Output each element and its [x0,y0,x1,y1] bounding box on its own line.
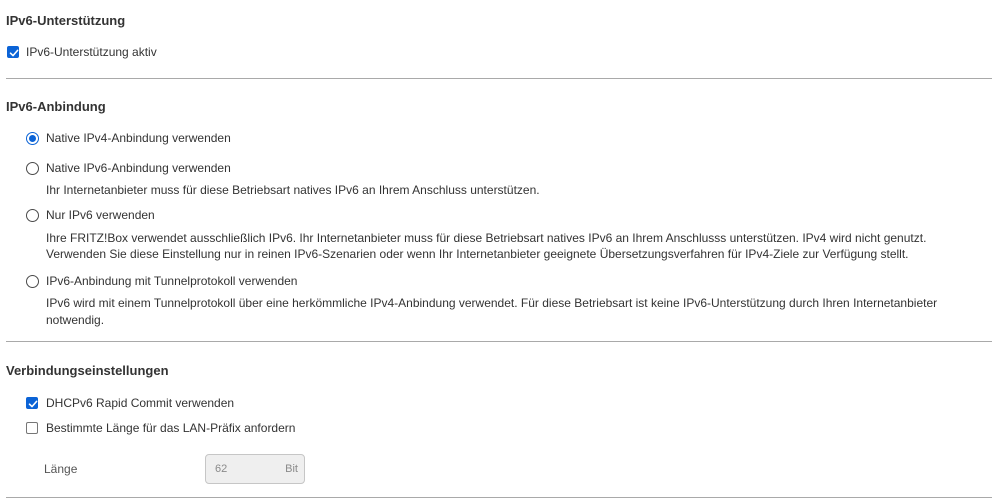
divider [6,78,992,79]
divider [6,341,992,342]
ipv6-settings-page: IPv6-Unterstützung IPv6-Unterstützung ak… [0,0,993,500]
lan-prefix-checkbox[interactable] [26,422,38,434]
radio-native-ipv6-label[interactable]: Native IPv6-Anbindung verwenden [46,161,231,175]
radio-ipv6-tunnel-label[interactable]: IPv6-Anbindung mit Tunnelprotokoll verwe… [46,274,297,288]
section-title-connection-settings: Verbindungseinstellungen [6,363,169,378]
radio-ipv6-only-label[interactable]: Nur IPv6 verwenden [46,208,155,222]
length-input-unit: Bit [285,463,298,475]
checkmark-icon [28,400,38,408]
rapid-commit-checkbox[interactable] [26,397,38,409]
length-input-value[interactable]: 62 [215,463,227,475]
rapid-commit-label[interactable]: DHCPv6 Rapid Commit verwenden [46,396,234,410]
radio-ipv6-only[interactable] [26,209,39,222]
radio-ipv6-tunnel-description-line-2: notwendig. [46,313,105,327]
section-title-ipv6-support: IPv6-Unterstützung [6,13,126,28]
radio-native-ipv4[interactable] [26,132,39,145]
radio-ipv6-tunnel[interactable] [26,275,39,288]
radio-native-ipv4-label[interactable]: Native IPv4-Anbindung verwenden [46,131,231,145]
radio-ipv6-tunnel-description-line-1: IPv6 wird mit einem Tunnelprotokoll über… [46,296,938,310]
radio-native-ipv6[interactable] [26,162,39,175]
ipv6-support-checkbox[interactable] [7,46,19,58]
checkmark-icon [9,49,19,57]
divider [6,497,992,498]
radio-native-ipv6-description: Ihr Internetanbieter muss für diese Betr… [46,183,540,197]
radio-ipv6-only-description-line-1: Ihre FRITZ!Box verwendet ausschließlich … [46,231,927,245]
radio-ipv6-only-description-line-2: Verwenden Sie diese Einstellung nur in r… [46,247,909,261]
ipv6-support-label[interactable]: IPv6-Unterstützung aktiv [26,45,157,59]
lan-prefix-label[interactable]: Bestimmte Länge für das LAN-Präfix anfor… [46,421,295,435]
length-label: Länge [44,462,78,476]
section-title-ipv6-binding: IPv6-Anbindung [6,99,106,114]
length-input[interactable]: 62 Bit [205,454,305,484]
